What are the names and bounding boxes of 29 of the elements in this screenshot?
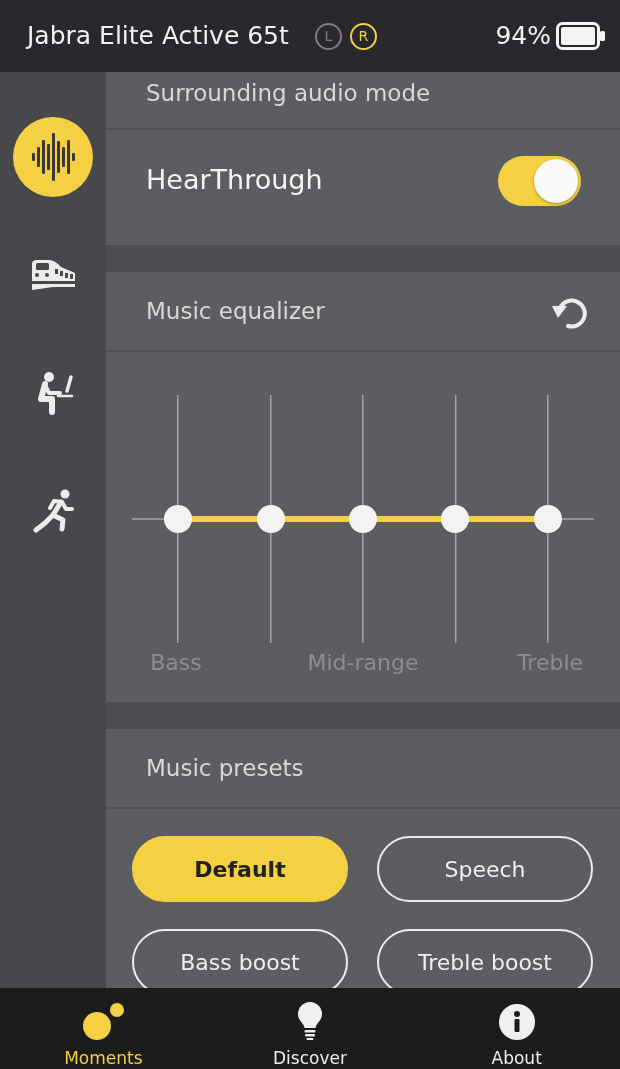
slider-thumb[interactable]: [164, 505, 193, 533]
tab-item[interactable]: About: [413, 988, 620, 1069]
preset-button[interactable]: Default: [132, 836, 348, 902]
section-title: Music presets: [146, 753, 304, 783]
battery-icon: [556, 22, 605, 50]
device-name: Jabra Elite Active 65t: [27, 20, 289, 53]
sound-wave-icon: [31, 132, 75, 182]
tab-item[interactable]: Moments: [0, 988, 207, 1069]
light-bulb-icon: [295, 1001, 325, 1040]
earbud-indicator: L: [314, 22, 342, 50]
setting-label: HearThrough: [146, 163, 323, 198]
tab-label: About: [491, 1047, 542, 1069]
battery-percent: 94%: [495, 20, 551, 53]
preset-button[interactable]: Speech: [377, 836, 593, 902]
tab-label: Discover: [273, 1047, 347, 1069]
slider-thumb[interactable]: [441, 505, 470, 533]
train-icon: [29, 259, 77, 291]
section-title: Music equalizer: [146, 296, 325, 326]
tab-label: Moments: [64, 1047, 143, 1069]
two-dots-icon: [82, 1002, 125, 1040]
info-icon: [498, 1004, 535, 1040]
toggle-switch[interactable]: [498, 155, 581, 206]
earbud-indicator: R: [349, 22, 377, 50]
section-title: Surrounding audio mode: [146, 78, 431, 108]
slider-thumb[interactable]: [349, 505, 377, 533]
tab-item[interactable]: Discover: [206, 988, 414, 1069]
runner-icon: [31, 489, 75, 533]
slider-thumb[interactable]: [533, 505, 562, 533]
slider-thumb[interactable]: [256, 505, 285, 533]
